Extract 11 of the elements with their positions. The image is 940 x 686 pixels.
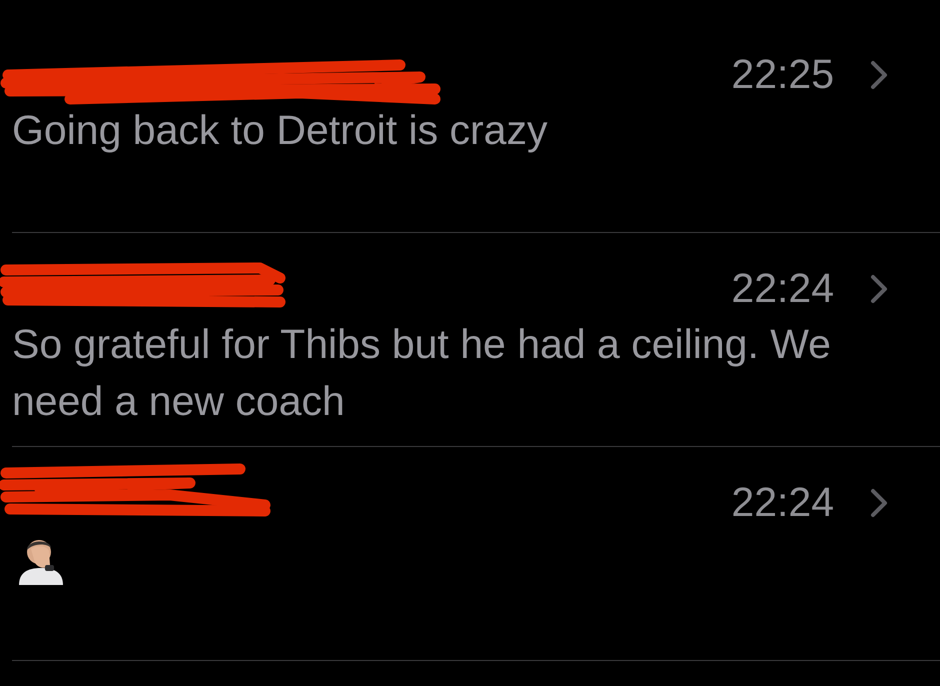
message-time: 22:25 [731,50,834,99]
conversation-row[interactable]: 22:24 So grateful for Thibs but he had a ceiling. We need a new coach [12,233,940,447]
message-time: 22:24 [731,264,834,313]
chevron-right-icon [870,274,888,304]
message-time: 22:24 [731,478,834,527]
chevron-right-icon [870,60,888,90]
message-preview: Going back to Detroit is crazy [12,106,548,155]
conversation-row[interactable]: 22:24 [12,447,940,661]
chevron-right-icon [870,488,888,518]
conversation-row[interactable]: 22:25 Going back to Detroit is crazy [12,19,940,233]
message-preview: So grateful for Thibs but he had a ceiling. We need a new coach [12,320,832,426]
